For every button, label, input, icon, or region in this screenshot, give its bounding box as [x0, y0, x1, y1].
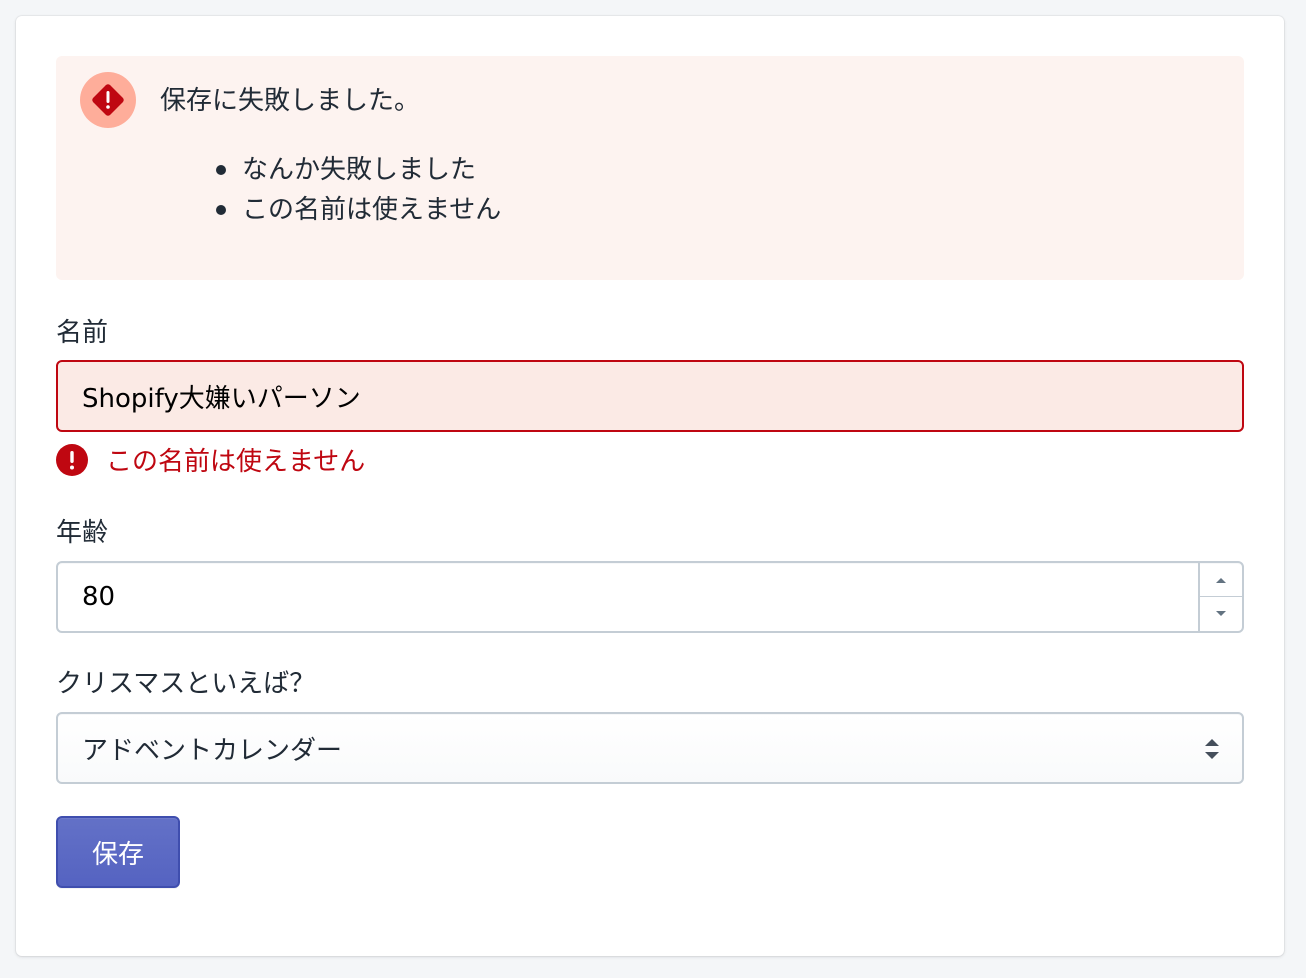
name-input-value: Shopify大嫌いパーソン [82, 383, 361, 414]
form-card: 保存に失敗しました。 なんか失敗しました この名前は使えません 名前 Shopi… [16, 16, 1284, 956]
critical-diamond-icon [80, 72, 136, 128]
banner-error-list: なんか失敗しました この名前は使えません [216, 150, 501, 230]
save-button[interactable]: 保存 [56, 816, 180, 888]
age-input[interactable]: 80 [56, 561, 1244, 633]
age-label: 年齢 [56, 518, 109, 548]
age-stepper [1198, 563, 1242, 631]
age-input-value: 80 [82, 582, 116, 612]
error-banner: 保存に失敗しました。 なんか失敗しました この名前は使えません [56, 56, 1244, 280]
banner-error-item: なんか失敗しました [216, 150, 501, 190]
banner-error-item: この名前は使えません [216, 190, 501, 230]
christmas-select-value: アドベントカレンダー [82, 735, 343, 766]
name-label: 名前 [56, 318, 109, 348]
christmas-label: クリスマスといえば？ [56, 669, 316, 699]
select-arrows-icon [1204, 736, 1220, 766]
banner-title: 保存に失敗しました。 [160, 86, 421, 116]
caret-up-icon [1216, 577, 1226, 583]
name-error-text: この名前は使えません [106, 447, 366, 477]
christmas-select[interactable]: アドベントカレンダー [56, 712, 1244, 784]
name-error-message: この名前は使えません [56, 444, 365, 480]
alert-circle-icon [56, 444, 88, 480]
name-input[interactable]: Shopify大嫌いパーソン [56, 360, 1244, 432]
increment-button[interactable] [1200, 563, 1242, 597]
caret-down-icon [1216, 611, 1226, 616]
decrement-button[interactable] [1200, 597, 1242, 631]
